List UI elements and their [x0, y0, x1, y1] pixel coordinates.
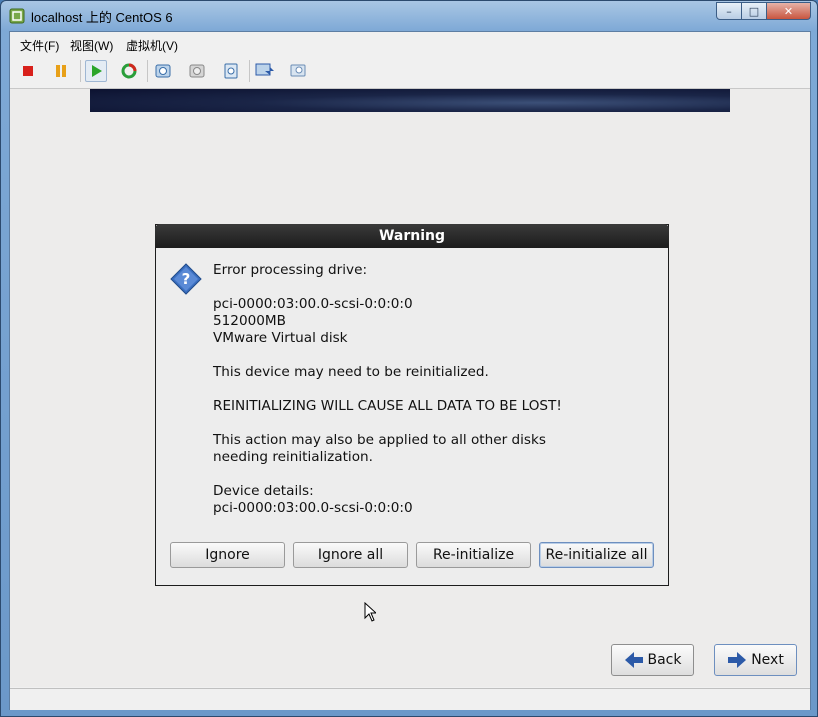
back-arrow-icon: [624, 652, 643, 668]
reinitialize-all-button[interactable]: Re-initialize all: [539, 542, 654, 568]
message-line: This action may also be applied to all o…: [213, 432, 546, 448]
message-line: 512000MB: [213, 313, 286, 329]
ignore-all-button[interactable]: Ignore all: [293, 542, 408, 568]
message-line: [213, 466, 562, 483]
close-button[interactable]: ✕: [767, 2, 811, 20]
reset-icon[interactable]: [118, 60, 140, 82]
message-line: Device details:: [213, 483, 314, 499]
pause-icon[interactable]: [50, 60, 72, 82]
message-line: [213, 381, 562, 398]
title-bar[interactable]: localhost 上的 CentOS 6 – □ ✕: [1, 1, 817, 31]
snapshot-icon[interactable]: [152, 60, 174, 82]
message-line: [213, 347, 562, 364]
window-title: localhost 上的 CentOS 6: [31, 10, 173, 25]
message-line: REINITIALIZING WILL CAUSE ALL DATA TO BE…: [213, 398, 562, 414]
warning-dialog: Warning ? Error processing drive: pci-00…: [155, 224, 669, 586]
next-label: Next: [751, 652, 784, 668]
vm-screen[interactable]: Warning ? Error processing drive: pci-00…: [10, 89, 810, 687]
message-line: This device may need to be reinitialized…: [213, 364, 489, 380]
ignore-button[interactable]: Ignore: [170, 542, 285, 568]
minimize-button[interactable]: –: [716, 2, 742, 20]
back-button[interactable]: Back: [611, 644, 694, 676]
stop-icon[interactable]: [17, 60, 39, 82]
status-bar: [10, 688, 810, 710]
message-line: Error processing drive:: [213, 262, 368, 278]
client-area: 文件(F) 视图(W) 虚拟机(V) Warning ? Error proce…: [9, 31, 811, 710]
revert-snapshot-icon[interactable]: [186, 60, 208, 82]
reinitialize-button[interactable]: Re-initialize: [416, 542, 531, 568]
menu-bar: 文件(F) 视图(W) 虚拟机(V): [10, 32, 810, 54]
toolbar: [10, 54, 810, 89]
message-line: pci-0000:03:00.0-scsi-0:0:0:0: [213, 500, 413, 516]
maximize-button[interactable]: □: [742, 2, 767, 20]
console-view-icon[interactable]: [254, 60, 276, 82]
next-button[interactable]: Next: [714, 644, 797, 676]
vm-settings-icon[interactable]: [288, 60, 310, 82]
vmware-app-icon: [9, 8, 25, 24]
message-line: needing reinitialization.: [213, 449, 373, 465]
menu-file[interactable]: 文件(F): [20, 37, 59, 54]
dialog-title: Warning: [155, 224, 669, 248]
message-line: pci-0000:03:00.0-scsi-0:0:0:0: [213, 296, 413, 312]
vmware-window: localhost 上的 CentOS 6 – □ ✕ 文件(F) 视图(W) …: [0, 0, 818, 717]
message-line: VMware Virtual disk: [213, 330, 348, 346]
message-line: [213, 279, 562, 296]
question-icon: ?: [170, 263, 202, 295]
mouse-cursor-icon: [364, 602, 376, 622]
back-label: Back: [647, 652, 682, 668]
play-icon[interactable]: [85, 60, 107, 82]
dialog-message: Error processing drive: pci-0000:03:00.0…: [213, 262, 562, 517]
svg-text:?: ?: [182, 270, 191, 288]
menu-view[interactable]: 视图(W): [70, 37, 113, 54]
installer-banner: [90, 89, 730, 112]
menu-vm[interactable]: 虚拟机(V): [126, 37, 178, 54]
manage-snapshots-icon[interactable]: [220, 60, 242, 82]
message-line: [213, 415, 562, 432]
next-arrow-icon: [728, 652, 747, 668]
